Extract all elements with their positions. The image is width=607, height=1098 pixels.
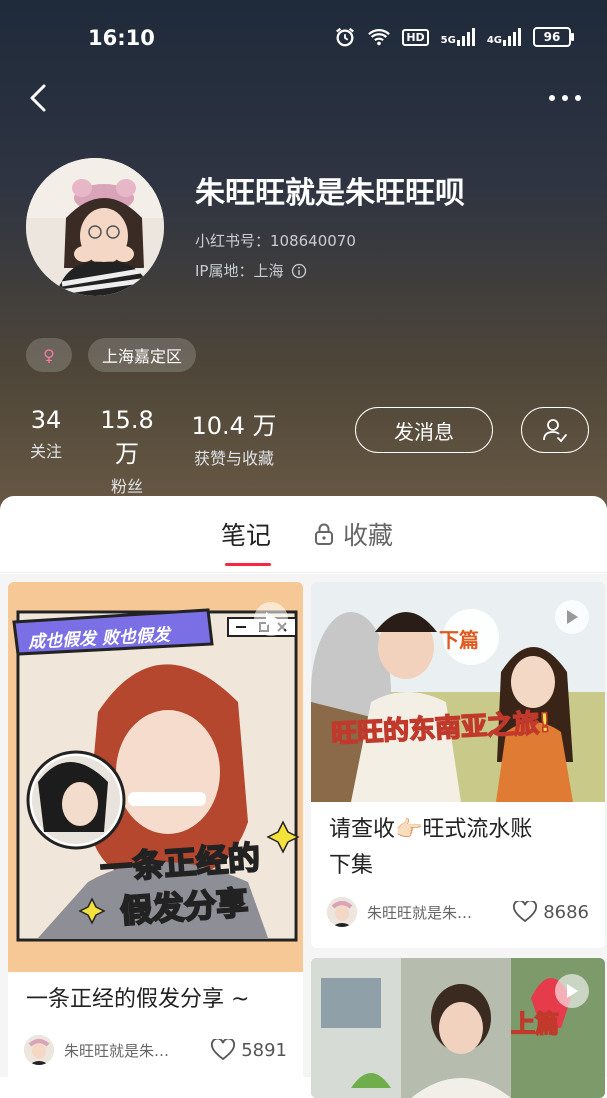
lock-icon [315, 523, 333, 545]
ip-location: IP属地：上海 [195, 260, 307, 281]
stat-likes-count: 10.4 万 [191, 412, 277, 440]
stat-likes-label: 获赞与收藏 [193, 449, 274, 468]
back-icon[interactable] [22, 80, 58, 116]
user-id: 小红书号：108640070 [195, 232, 356, 250]
status-time: 16:10 [88, 26, 155, 50]
cover-badge: 上篇 [510, 1009, 560, 1039]
message-button[interactable]: 发消息 [355, 407, 493, 453]
stat-followers[interactable]: 15.8 万 粉丝 [86, 406, 168, 497]
author-name[interactable]: 朱旺旺就是朱… [367, 902, 503, 923]
stat-following-count: 34 [30, 406, 62, 434]
avatar-image [26, 158, 164, 296]
author-name[interactable]: 朱旺旺就是朱… [64, 1040, 201, 1061]
note-title-line2: 下集 [329, 853, 374, 878]
wifi-icon [368, 29, 391, 46]
heart-icon [513, 901, 538, 923]
notes-feed: 成也假发 败也假发 一条正经的 假发分享 一条正经的假发分享 ~ 朱旺旺就是朱…… [0, 574, 607, 1098]
note-footer: 朱旺旺就是朱… 5891 [8, 1030, 303, 1070]
note-cover: 成也假发 败也假发 一条正经的 假发分享 [8, 582, 303, 972]
like-button[interactable]: 8686 [513, 901, 589, 923]
hd-icon: HD [402, 28, 429, 46]
stat-following[interactable]: 34 关注 [26, 406, 66, 462]
alarm-icon [336, 27, 355, 47]
signal-5g-label: 5G [440, 35, 456, 46]
avatar[interactable] [26, 158, 164, 296]
note-footer: 朱旺旺就是朱… 8686 [311, 892, 605, 932]
note-card[interactable]: 成也假发 败也假发 一条正经的 假发分享 一条正经的假发分享 ~ 朱旺旺就是朱…… [8, 582, 303, 1082]
tab-bar: 笔记 收藏 [0, 496, 607, 573]
author-avatar[interactable] [327, 897, 357, 927]
note-card[interactable]: 下篇 旺旺的东南亚之旅! 请查收👉🏻旺式流水账 下集 朱旺旺就是朱… 8686 [311, 582, 605, 948]
content-sheet: 笔记 收藏 成也假发 败也假发 一条正经的 假发分享 一条正经的假发分享 ~ 朱… [0, 496, 607, 1098]
stat-followers-count: 15.8 万 [100, 406, 154, 468]
note-cover: 上篇 [311, 958, 605, 1098]
play-icon [254, 602, 288, 636]
info-icon[interactable] [291, 263, 307, 279]
status-bar: 16:10 HD 5G 4G 96 [0, 0, 607, 78]
battery-icon: 96 [533, 27, 574, 47]
stat-likes[interactable]: 10.4 万 获赞与收藏 [186, 406, 282, 469]
note-title-line1: 请查收👉🏻旺式流水账 [329, 817, 533, 842]
signal-4g-icon: 4G [487, 28, 521, 46]
stat-following-label: 关注 [29, 442, 62, 461]
signal-5g-icon: 5G [441, 28, 475, 46]
cover-title-line2: 假发分享 [118, 883, 250, 932]
author-avatar[interactable] [24, 1035, 54, 1065]
profile-name: 朱旺旺就是朱旺旺呗 [195, 176, 465, 211]
tab-collect[interactable]: 收藏 [313, 516, 393, 552]
ip-location-label: IP属地：上海 [195, 262, 284, 280]
play-icon [555, 974, 589, 1008]
gender-tag: ♀ [26, 338, 72, 372]
signal-4g-label: 4G [486, 35, 502, 46]
like-count: 8686 [543, 901, 589, 923]
person-check-icon [543, 419, 567, 443]
play-icon [555, 600, 589, 634]
profile-header: 16:10 HD 5G 4G 96 朱旺旺就是朱旺旺呗 小红书号：1086400… [0, 0, 607, 520]
more-icon[interactable] [545, 86, 585, 110]
tab-notes[interactable]: 笔记 [221, 516, 272, 566]
cover-badge: 下篇 [439, 628, 479, 652]
note-title: 一条正经的假发分享 ~ [26, 987, 250, 1012]
location-tag: 上海嘉定区 [88, 338, 197, 372]
stat-followers-label: 粉丝 [110, 477, 143, 496]
like-count: 5891 [241, 1039, 287, 1061]
note-cover: 下篇 旺旺的东南亚之旅! [311, 582, 605, 802]
heart-icon [211, 1039, 236, 1061]
tab-collect-label: 收藏 [343, 521, 394, 550]
female-icon: ♀ [43, 345, 55, 365]
follow-button[interactable] [521, 407, 589, 453]
like-button[interactable]: 5891 [211, 1039, 287, 1061]
status-icons: HD 5G 4G 96 [334, 26, 574, 48]
note-card[interactable]: 上篇 [311, 958, 605, 1098]
